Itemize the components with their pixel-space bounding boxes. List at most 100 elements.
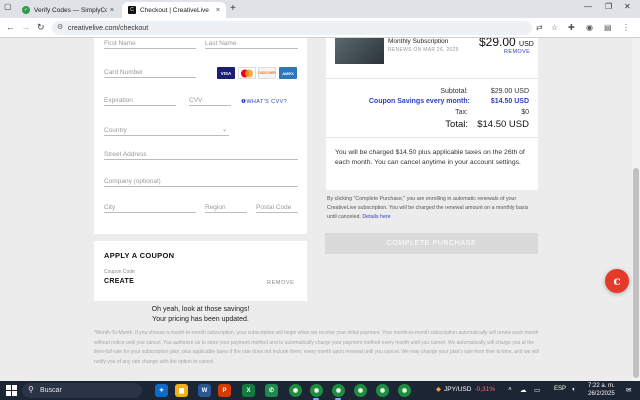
coupon-code-label: Coupon Code xyxy=(104,269,135,275)
details-link[interactable]: Details here xyxy=(362,214,390,220)
language-indicator[interactable]: ESP xyxy=(554,386,566,392)
new-tab-button[interactable]: + xyxy=(230,3,236,14)
region-field[interactable]: Region xyxy=(205,204,226,211)
coupon-savings-value: $14.50 USD xyxy=(490,98,529,105)
chrome-icon-1[interactable]: ◉ xyxy=(289,384,302,397)
remove-product-link[interactable]: REMOVE xyxy=(504,49,530,55)
renewal-date: RENEWS ON MAR 26, 2025 xyxy=(388,47,459,53)
tray-chevron-icon[interactable]: ˄ xyxy=(508,386,512,393)
course-thumbnail-image xyxy=(335,38,384,64)
total-value: $14.50 USD xyxy=(477,119,529,130)
first-name-field[interactable]: First Name xyxy=(104,40,136,47)
menu-icon[interactable]: ⋮ xyxy=(622,23,630,32)
cloud-icon[interactable]: ☁ xyxy=(520,386,527,394)
restore-icon[interactable]: ❐ xyxy=(605,2,612,11)
savings-line-2: Your pricing has been updated. xyxy=(152,316,249,323)
search-label: Buscar xyxy=(40,387,62,394)
translate-icon[interactable]: ⇄ xyxy=(536,23,543,32)
subtotal-label: Subtotal: xyxy=(440,88,468,95)
bookmark-star-icon[interactable]: ☆ xyxy=(551,23,558,32)
profile-icon[interactable]: ◉ xyxy=(586,23,593,32)
back-icon[interactable]: ← xyxy=(6,22,15,32)
whats-cvv-label: WHAT'S CVV? xyxy=(246,99,288,105)
notifications-icon[interactable]: ✉ xyxy=(626,386,631,394)
scrollbar-thumb[interactable] xyxy=(633,168,639,378)
tab-creativelive[interactable]: C Checkout | CreativeLive × xyxy=(122,2,226,18)
chevron-down-icon[interactable]: ⌄ xyxy=(222,126,227,133)
copilot-icon[interactable]: ✦ xyxy=(155,384,168,397)
subscription-footnote: *Month-To-Month. If you choose a month-t… xyxy=(94,330,539,365)
discover-icon: DISCOVER xyxy=(258,67,276,79)
remove-coupon-button[interactable]: REMOVE xyxy=(267,280,294,286)
renewal-terms: By clicking "Complete Purchase," you are… xyxy=(327,196,529,220)
chrome-icon-5[interactable]: ◉ xyxy=(376,384,389,397)
url-text: creativelive.com/checkout xyxy=(68,24,149,32)
taskbar-search-input[interactable]: ⚲ Buscar xyxy=(22,383,142,398)
chrome-icon-3[interactable]: ◉ xyxy=(332,384,345,397)
tax-value: $0 xyxy=(521,109,529,116)
close-tab-icon[interactable]: × xyxy=(110,7,114,14)
last-name-field[interactable]: Last Name xyxy=(205,40,236,47)
street-address-field[interactable]: Street Address xyxy=(104,151,147,158)
coupon-savings-label: Coupon Savings every month: xyxy=(368,98,470,105)
sidebar-icon[interactable]: ▤ xyxy=(604,23,612,32)
company-field[interactable]: Company (optional) xyxy=(104,178,161,185)
chrome-icon-4[interactable]: ◉ xyxy=(354,384,367,397)
reload-icon[interactable]: ↻ xyxy=(37,22,45,33)
country-select[interactable]: Country xyxy=(104,127,127,134)
powerpoint-icon[interactable]: P xyxy=(218,384,231,397)
cvv-field[interactable]: CVV xyxy=(189,97,202,104)
tab-title: Verify Codes — SimplyCodes xyxy=(34,6,107,14)
checkout-page: First Name Last Name Card Number VISA DI… xyxy=(0,38,640,381)
extensions-icon[interactable]: ✚ xyxy=(568,23,575,32)
postal-code-field[interactable]: Postal Code xyxy=(256,204,291,211)
excel-icon[interactable]: X xyxy=(242,384,255,397)
coupon-card: APPLY A COUPON Coupon Code CREATE REMOVE xyxy=(94,241,307,301)
product-name: Monthly Subscription xyxy=(388,38,449,45)
chrome-icon-6[interactable]: ◉ xyxy=(398,384,411,397)
coupon-heading: APPLY A COUPON xyxy=(104,251,175,260)
tab-strip: ✓ Verify Codes — SimplyCodes × C Checkou… xyxy=(0,0,640,18)
total-label: Total: xyxy=(445,119,468,130)
creativelive-favicon-icon: C xyxy=(128,6,136,14)
close-tab-icon[interactable]: × xyxy=(216,7,220,14)
subtotal-value: $29.00 USD xyxy=(490,88,529,95)
network-icon[interactable]: ▭ xyxy=(534,386,540,394)
whatsapp-icon[interactable]: ✆ xyxy=(265,384,278,397)
file-explorer-icon[interactable]: ▆ xyxy=(175,384,188,397)
close-window-icon[interactable]: ✕ xyxy=(624,2,631,11)
amex-icon: AMEX xyxy=(279,67,297,79)
chat-support-icon[interactable]: c xyxy=(605,269,629,293)
tab-title: Checkout | CreativeLive xyxy=(140,6,209,14)
ticker-name: JPY/USD xyxy=(444,385,472,393)
clock-date: 26/2/2025 xyxy=(588,390,615,397)
volume-icon[interactable]: ◐ xyxy=(572,386,576,393)
site-info-icon[interactable]: ⚙ xyxy=(57,23,63,31)
expiration-field[interactable]: Expiration xyxy=(104,97,133,104)
browser-toolbar: ← → ↻ ⚙ creativelive.com/checkout ⇄ ☆ ✚ … xyxy=(0,18,640,38)
page-scrollbar[interactable] xyxy=(632,38,640,381)
city-field[interactable]: City xyxy=(104,204,115,211)
ticker-change: -0,31% xyxy=(474,385,496,393)
minimize-icon[interactable]: — xyxy=(584,2,592,11)
simplycodes-favicon-icon: ✓ xyxy=(22,6,30,14)
whats-cvv-link[interactable]: ❶WHAT'S CVV? xyxy=(241,99,287,105)
address-bar[interactable]: ⚙ creativelive.com/checkout xyxy=(52,21,532,35)
chrome-icon-2[interactable]: ◉ xyxy=(310,384,323,397)
windows-start-icon[interactable] xyxy=(6,385,17,396)
search-icon: ⚲ xyxy=(28,385,34,394)
order-summary-card: Monthly Subscription RENEWS ON MAR 26, 2… xyxy=(326,38,538,190)
card-number-field[interactable]: Card Number xyxy=(104,69,143,76)
complete-purchase-button[interactable]: COMPLETE PURCHASE xyxy=(325,233,538,254)
forward-icon[interactable]: → xyxy=(21,22,30,32)
currency-icon: ◆ xyxy=(436,386,441,393)
stock-ticker-widget[interactable]: ◆ JPY/USD -0,31% xyxy=(436,385,496,394)
coupon-code-input[interactable]: CREATE xyxy=(104,278,134,285)
tab-simplycodes[interactable]: ✓ Verify Codes — SimplyCodes × xyxy=(16,2,120,18)
tab-list-icon[interactable]: ▢ xyxy=(4,2,12,11)
word-icon[interactable]: W xyxy=(198,384,211,397)
visa-icon: VISA xyxy=(217,67,235,79)
savings-line-1: Oh yeah, look at those savings! xyxy=(151,306,250,313)
system-clock[interactable]: 7:22 a. m. 26/2/2025 xyxy=(588,383,615,398)
clock-time: 7:22 a. m. xyxy=(588,383,615,389)
